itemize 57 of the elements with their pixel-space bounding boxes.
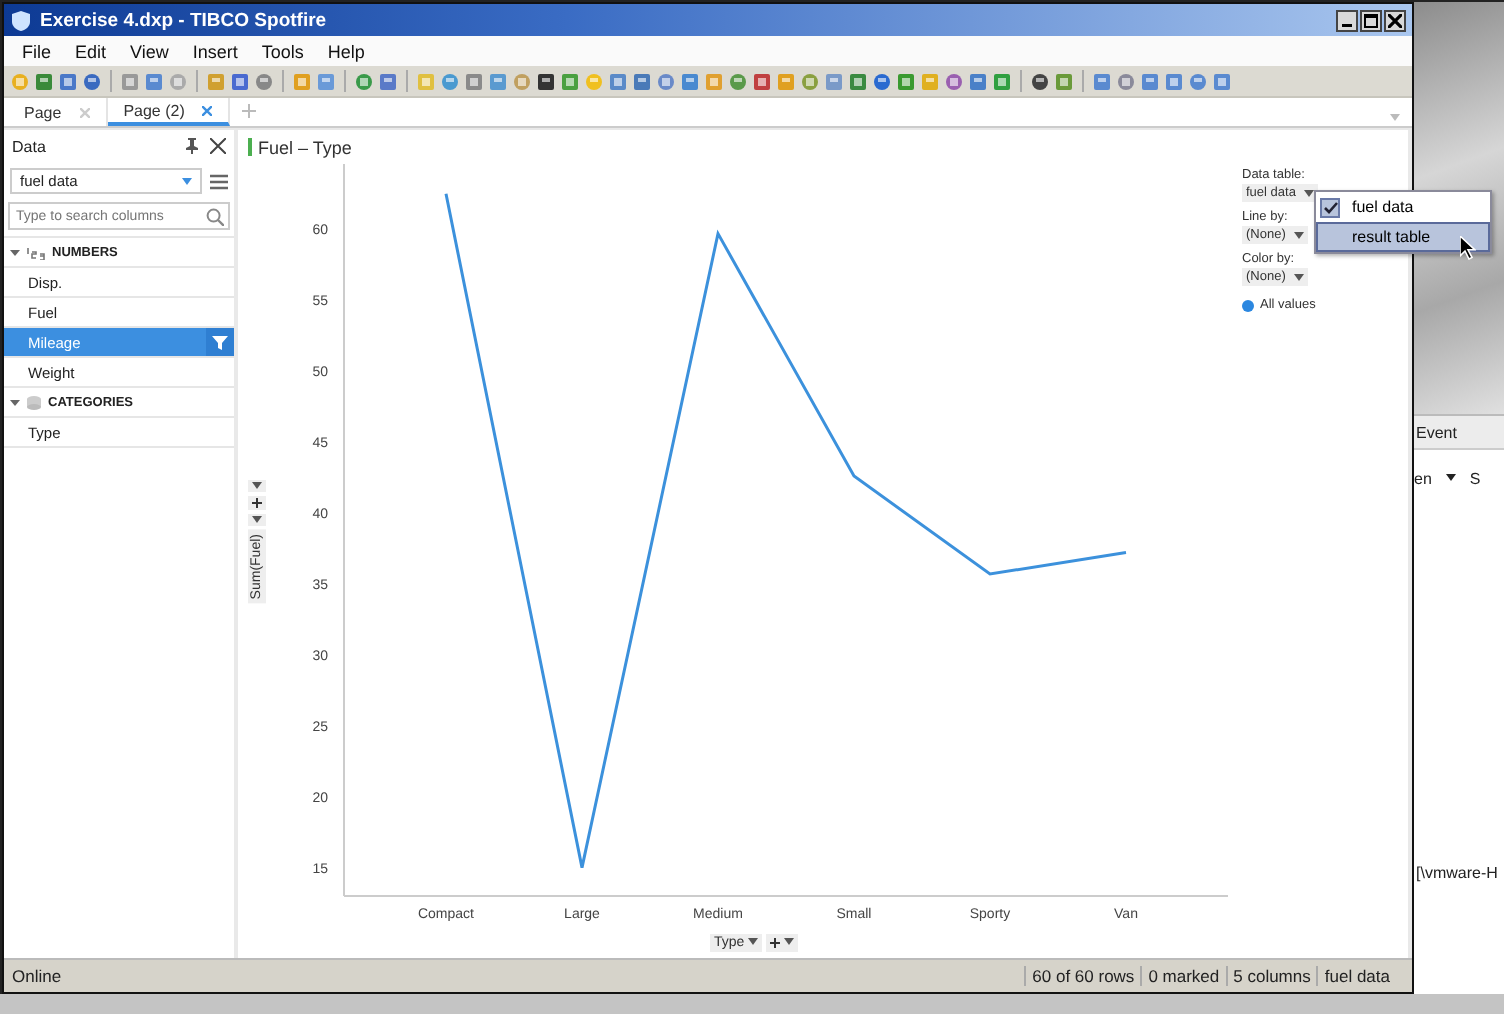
caret-icon — [251, 482, 261, 490]
menu-item[interactable]: File — [10, 41, 64, 61]
caret-icon — [1303, 189, 1314, 197]
close-button[interactable] — [1384, 9, 1406, 31]
menu-item[interactable]: Tools — [249, 41, 316, 61]
caret-icon — [784, 938, 795, 946]
app-icon — [10, 9, 32, 31]
page-tab[interactable]: Page (2) — [107, 98, 231, 126]
visualization-title: Fuel – Type — [258, 137, 352, 157]
minimize-button[interactable] — [1336, 9, 1358, 31]
expander-icon[interactable] — [10, 247, 20, 257]
menu-item[interactable]: Edit — [63, 41, 119, 61]
plus-icon — [251, 498, 261, 508]
filter-icon[interactable] — [212, 335, 228, 349]
dropdown-option[interactable]: fuel data — [1316, 192, 1490, 222]
toolbar-text[interactable]: S — [1469, 469, 1481, 487]
option-label: result table — [1352, 228, 1431, 246]
caret-icon — [1293, 273, 1304, 281]
option-label: fuel data — [1352, 198, 1414, 216]
plus-icon — [770, 937, 781, 947]
status-text: 60 of 60 rows — [1024, 966, 1141, 986]
status-text: fuel data — [1316, 966, 1396, 986]
toolbar-text[interactable]: en — [1414, 469, 1432, 487]
caret-icon — [182, 177, 192, 185]
panel-title: Data — [12, 137, 48, 155]
menu-item[interactable]: Help — [315, 41, 377, 61]
caret-icon — [1293, 231, 1304, 239]
maximize-button[interactable] — [1360, 9, 1382, 31]
caret-icon — [1390, 114, 1400, 122]
caret-icon — [748, 938, 759, 946]
close-icon[interactable] — [210, 138, 226, 154]
window-title: Exercise 4.dxp - TIBCO Spotfire — [40, 9, 329, 31]
search-icon[interactable] — [206, 207, 224, 225]
add-axis-button[interactable] — [766, 933, 799, 951]
dropdown-option[interactable]: result table — [1316, 222, 1490, 252]
status-text: Online — [10, 966, 64, 986]
close-icon — [1388, 13, 1402, 27]
expander-icon[interactable] — [10, 397, 20, 407]
path-text: [\vmware-H — [1416, 864, 1498, 882]
plus-icon — [242, 104, 257, 118]
number-type-icon — [26, 245, 46, 259]
menu-item[interactable]: View — [118, 41, 181, 61]
add-axis-button[interactable] — [247, 496, 265, 510]
maximize-icon — [1364, 13, 1378, 27]
menu-icon[interactable] — [210, 173, 228, 189]
pin-icon[interactable] — [186, 138, 198, 154]
caret-icon — [1445, 474, 1456, 482]
categories-icon — [26, 394, 42, 410]
status-text: 0 marked — [1140, 966, 1226, 986]
menu-item[interactable]: Insert — [180, 41, 250, 61]
status-text: 5 columns — [1225, 966, 1317, 986]
toolbar-icon[interactable] — [1030, 71, 1050, 91]
axis-menu-button[interactable] — [247, 514, 265, 526]
caret-icon — [251, 516, 261, 524]
toolbar-icon[interactable] — [536, 71, 556, 91]
axis-menu-button[interactable] — [247, 480, 265, 492]
check-icon — [1323, 201, 1337, 213]
